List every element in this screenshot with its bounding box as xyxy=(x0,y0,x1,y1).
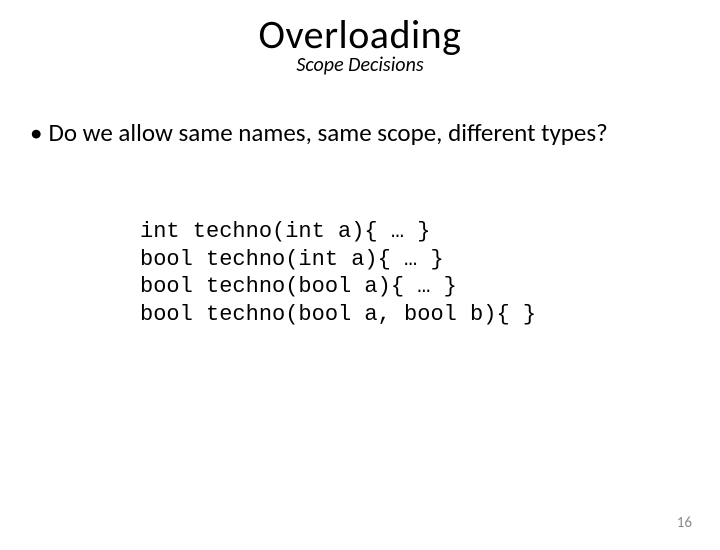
code-line-1: int techno(int a){ … } xyxy=(140,218,720,246)
code-line-4: bool techno(bool a, bool b){ } xyxy=(140,301,720,329)
page-number: 16 xyxy=(677,514,692,532)
code-line-2: bool techno(int a){ … } xyxy=(140,246,720,274)
code-line-3: bool techno(bool a){ … } xyxy=(140,273,720,301)
bullet-mark: • xyxy=(30,117,42,148)
slide-title: Overloading xyxy=(0,10,720,59)
slide-subtitle: Scope Decisions xyxy=(0,53,720,77)
code-block: int techno(int a){ … }bool techno(int a)… xyxy=(140,218,720,328)
bullet-block: •Do we allow same names, same scope, dif… xyxy=(30,117,690,148)
bullet-text: Do we allow same names, same scope, diff… xyxy=(48,117,607,148)
bullet-item: •Do we allow same names, same scope, dif… xyxy=(30,117,690,148)
